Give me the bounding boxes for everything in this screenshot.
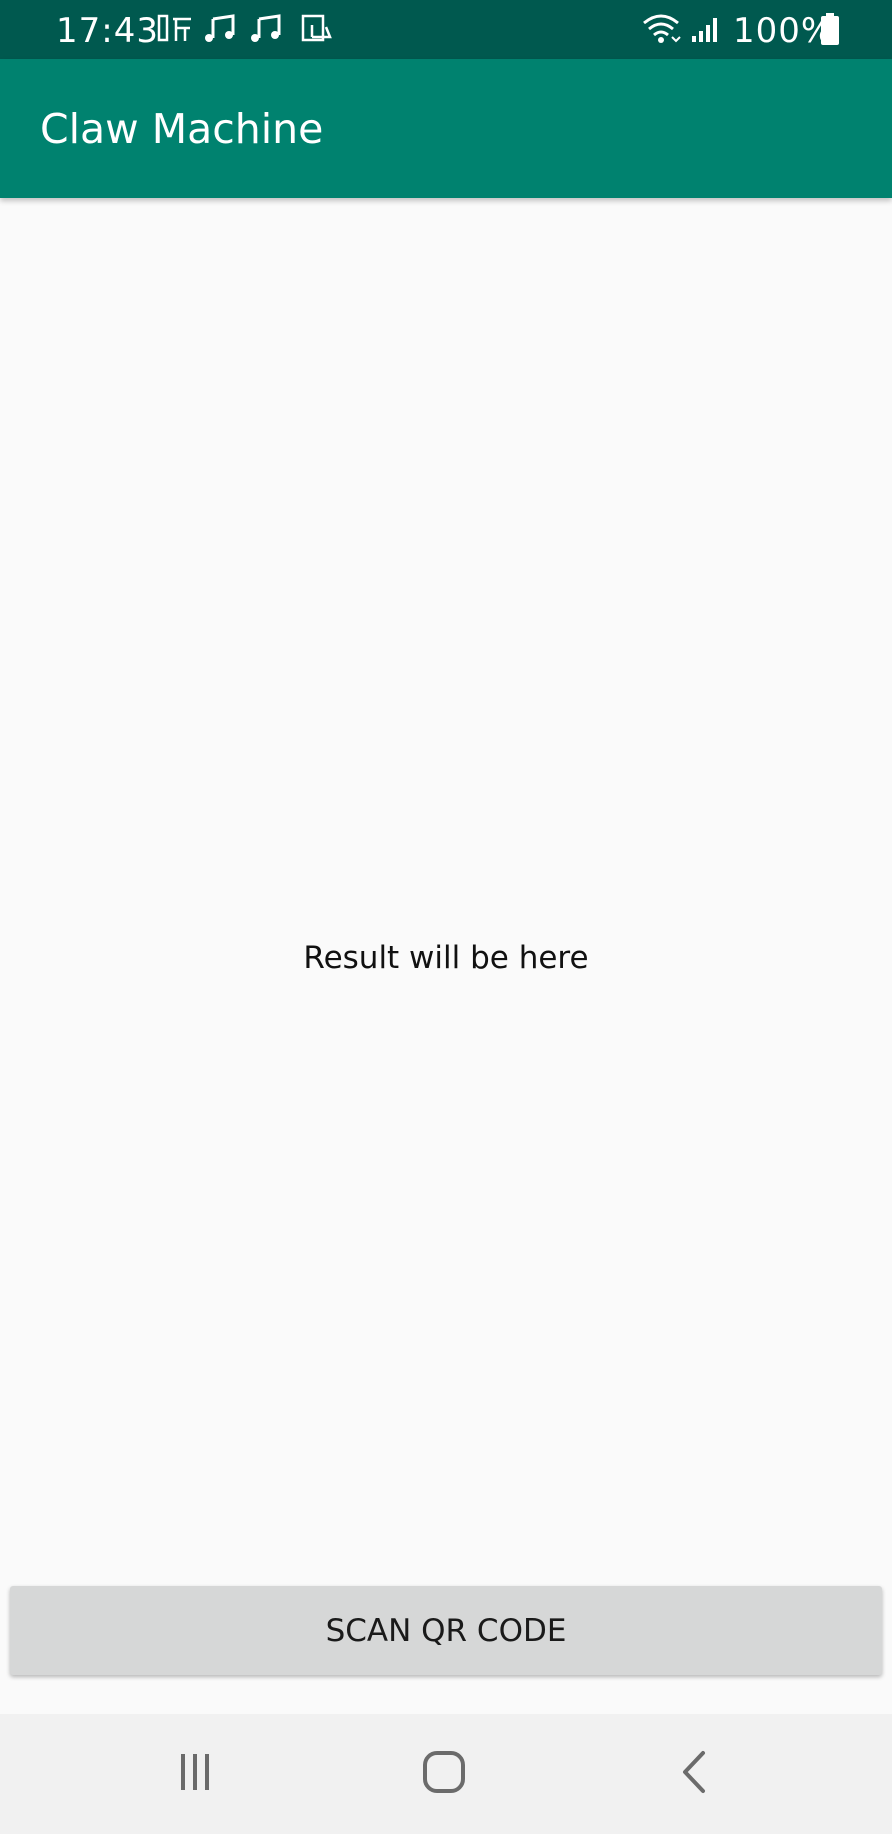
result-text: Result will be here bbox=[303, 940, 589, 976]
back-icon bbox=[679, 1750, 709, 1798]
signal-icon bbox=[690, 14, 722, 48]
recent-apps-button[interactable] bbox=[155, 1744, 235, 1804]
recent-apps-icon bbox=[175, 1752, 215, 1796]
music-note-icon bbox=[203, 13, 239, 49]
status-time: 17:43 bbox=[56, 11, 159, 51]
navigation-bar bbox=[0, 1714, 892, 1834]
app-title: Claw Machine bbox=[40, 105, 324, 153]
app-bar: Claw Machine bbox=[0, 59, 892, 198]
scan-qr-code-button[interactable]: SCAN QR CODE bbox=[10, 1586, 882, 1675]
screenshot-icon bbox=[300, 13, 334, 49]
status-bar: 17:43 100% bbox=[0, 0, 892, 59]
back-button[interactable] bbox=[654, 1744, 734, 1804]
wifi-icon bbox=[641, 11, 681, 49]
main-content: Result will be here SCAN QR CODE bbox=[0, 198, 892, 1714]
notification-app-icon bbox=[157, 13, 195, 49]
home-button[interactable] bbox=[404, 1744, 484, 1804]
music-note-icon bbox=[249, 13, 285, 49]
home-icon bbox=[422, 1750, 466, 1798]
battery-icon bbox=[820, 12, 840, 50]
